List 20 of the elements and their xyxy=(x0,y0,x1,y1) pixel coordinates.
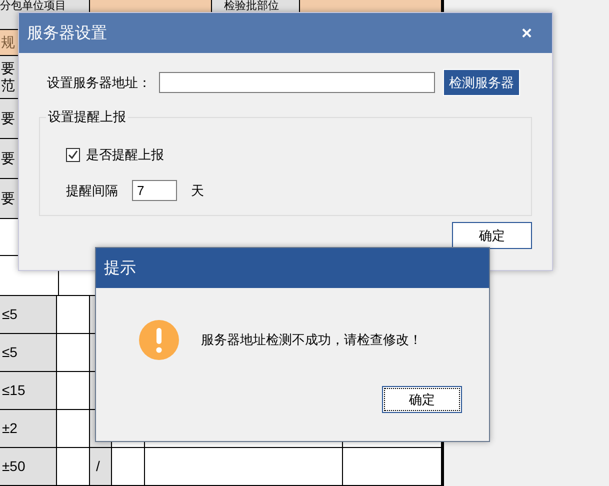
table-cell: ≤5 xyxy=(0,334,57,371)
table-cell: ≤15 xyxy=(0,372,57,409)
unit-label: 天 xyxy=(191,182,204,200)
message-text: 服务器地址检测不成功，请检查修改！ xyxy=(201,331,422,349)
check-server-button[interactable]: 检测服务器 xyxy=(443,69,520,96)
checkbox-label: 是否提醒上报 xyxy=(86,146,164,164)
table-cell: ≤5 xyxy=(0,296,57,333)
ok-button[interactable]: 确定 xyxy=(382,386,462,413)
ok-button[interactable]: 确定 xyxy=(452,222,532,249)
check-icon xyxy=(68,150,78,160)
warning-icon xyxy=(139,320,179,360)
window-title: 提示 xyxy=(104,258,136,278)
table-cell: / xyxy=(90,448,112,486)
close-button[interactable]: × xyxy=(509,22,544,44)
interval-field[interactable]: 7 xyxy=(132,180,177,201)
interval-label: 提醒间隔 xyxy=(66,182,118,200)
address-field[interactable] xyxy=(159,72,435,93)
table-cell: ±2 xyxy=(0,410,57,447)
checkbox[interactable] xyxy=(66,148,80,162)
table-cell: ±50 xyxy=(0,448,57,486)
